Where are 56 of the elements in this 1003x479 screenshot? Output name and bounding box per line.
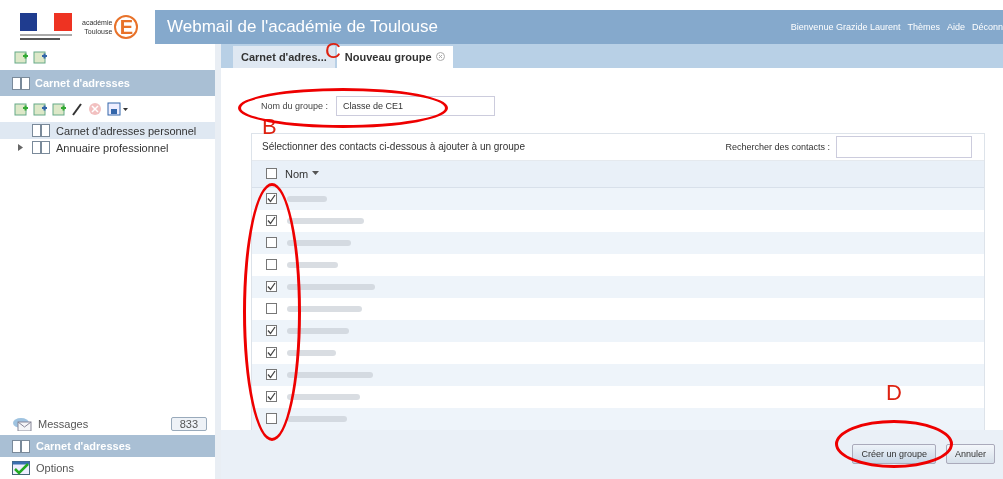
instruction-text: Sélectionner des contacts ci-dessous à ajouter à un groupe	[262, 141, 526, 153]
expand-arrow-icon[interactable]	[18, 143, 23, 151]
count-badge: 833	[170, 417, 207, 431]
nav-label: Options	[36, 462, 74, 474]
nav-label: Carnet d'adresses	[36, 440, 131, 452]
add-group-icon[interactable]	[33, 102, 47, 116]
section-title: Carnet d'adresses	[35, 77, 130, 89]
annotation-letter: D	[886, 382, 902, 404]
checkbox[interactable]	[266, 215, 277, 227]
nav-item[interactable]: Messages 833	[0, 413, 215, 435]
app-title: Webmail de l'académie de Toulouse	[167, 17, 438, 37]
welcome-text: Bienvenue Grazide Laurent	[790, 22, 901, 32]
create-group-button[interactable]: Créer un groupe	[852, 444, 936, 465]
blurred-name-drawing	[287, 348, 336, 357]
blurred-name-drawing	[287, 238, 351, 247]
pencil-icon[interactable]	[71, 102, 83, 116]
import-icon[interactable]	[52, 102, 66, 116]
nav-item[interactable]: Options	[0, 457, 215, 479]
search-label: Rechercher des contacts :	[725, 141, 830, 152]
checkbox[interactable]	[266, 259, 277, 271]
column-header[interactable]: Nom	[285, 167, 320, 180]
logo-mark: E	[114, 15, 139, 39]
mail-icon[interactable]	[12, 417, 32, 431]
checkbox[interactable]	[266, 369, 277, 381]
blurred-name-drawing	[287, 414, 347, 423]
checkbox[interactable]	[266, 237, 277, 249]
tree-item[interactable]: Carnet d'adresses personnel	[0, 122, 215, 139]
search-field[interactable]	[836, 135, 972, 158]
field-label: Nom du groupe :	[261, 100, 329, 111]
add-contact-icon[interactable]	[14, 102, 28, 116]
book-icon[interactable]	[32, 141, 50, 154]
checkbox[interactable]	[266, 325, 277, 337]
nav-label: Messages	[38, 418, 89, 430]
book-icon[interactable]	[32, 124, 50, 137]
checkbox[interactable]	[266, 413, 277, 425]
checkbox[interactable]	[266, 347, 277, 359]
contact-add-icon[interactable]	[14, 50, 28, 64]
checkbox[interactable]	[266, 193, 277, 205]
blurred-name-drawing	[287, 326, 349, 335]
sort-caret-icon[interactable]	[312, 171, 320, 177]
select-all-checkbox[interactable]	[266, 168, 277, 180]
flag-logo[interactable]	[18, 12, 74, 42]
group-name-field[interactable]: Classe de CE1	[336, 95, 496, 116]
checklist-icon[interactable]	[12, 461, 30, 475]
blurred-name-drawing	[287, 194, 327, 203]
checkbox[interactable]	[266, 303, 277, 315]
contact-import-icon[interactable]	[33, 50, 47, 64]
close-icon[interactable]	[435, 52, 445, 62]
book-icon[interactable]	[12, 76, 30, 90]
checkbox[interactable]	[266, 391, 277, 403]
tree-item[interactable]: Annuaire professionnel	[0, 139, 215, 156]
blurred-name-drawing	[287, 260, 338, 269]
save-menu-icon[interactable]	[107, 102, 129, 116]
cancel-button[interactable]: Annuler	[945, 444, 995, 465]
book-icon[interactable]	[12, 439, 30, 453]
checkbox[interactable]	[266, 281, 277, 293]
